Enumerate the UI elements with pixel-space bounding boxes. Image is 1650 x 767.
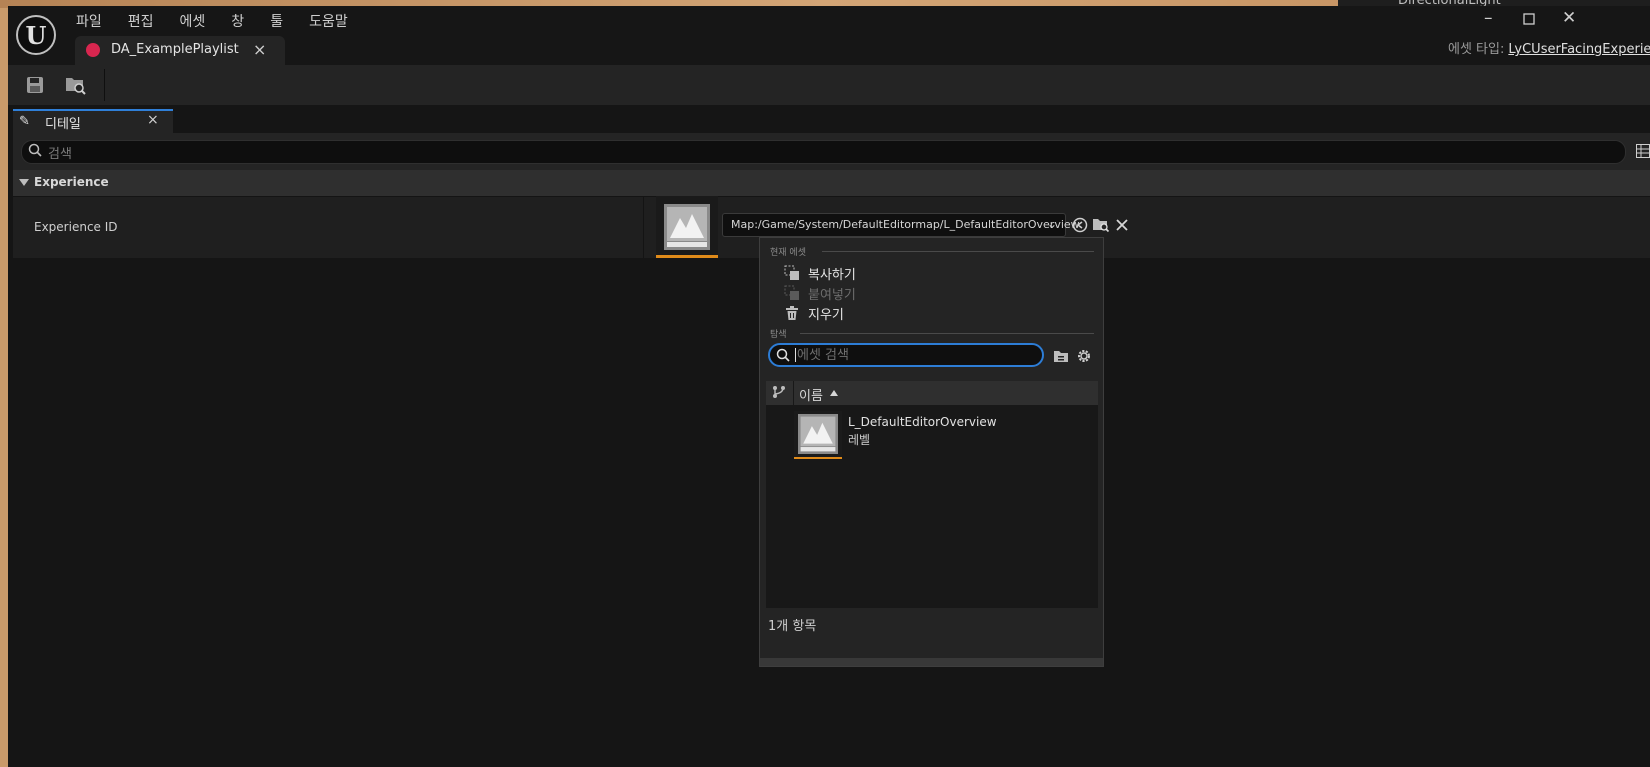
panel-tab-strip: ✎ 디테일 ×	[8, 105, 1650, 133]
menu-asset[interactable]: 에셋	[180, 11, 206, 31]
asset-picker-combo[interactable]: Map:/Game/System/DefaultEditormap/L_Defa…	[722, 213, 1080, 237]
close-details-tab-icon[interactable]: ×	[147, 112, 159, 128]
text-cursor	[795, 348, 796, 362]
list-header: 이름	[766, 381, 1098, 405]
asset-picker-dropdown: 현재 에셋 복사하기 붙여넣기 지우기 탐색 에셋 검색 이름 L_Defaul…	[759, 237, 1104, 667]
property-matrix-icon[interactable]	[1636, 144, 1650, 158]
collapse-arrow-icon[interactable]	[19, 179, 29, 186]
sort-ascending-icon	[830, 390, 838, 396]
list-item[interactable]: L_DefaultEditorOverview 레벨	[794, 411, 1074, 459]
resize-handle[interactable]	[760, 658, 1103, 666]
asset-type-link[interactable]: LyCUserFacingExperienc	[1508, 42, 1650, 57]
toolbar	[8, 65, 1650, 105]
browse-button[interactable]	[61, 70, 91, 100]
asset-path-value: Map:/Game/System/DefaultEditormap/L_Defa…	[731, 218, 1080, 231]
menu-bar: 파일 편집 에셋 창 툴 도움말	[76, 11, 374, 31]
details-search-input[interactable]: 검색	[21, 140, 1626, 164]
menu-item-copy[interactable]: 복사하기	[784, 263, 1084, 283]
details-search-placeholder: 검색	[48, 147, 72, 162]
asset-type: 레벨	[848, 433, 871, 447]
title-bar: U 파일 편집 에셋 창 툴 도움말 DA_ExamplePlaylist × …	[8, 6, 1650, 65]
unreal-logo-icon[interactable]: U	[16, 15, 56, 55]
browse-folder-icon	[1093, 219, 1110, 233]
tab-details-label: 디테일	[45, 117, 81, 132]
menu-edit[interactable]: 편집	[128, 11, 154, 31]
menu-help[interactable]: 도움말	[309, 11, 348, 31]
level-map-icon	[798, 414, 838, 454]
menu-file[interactable]: 파일	[76, 11, 102, 31]
menu-tools[interactable]: 툴	[270, 11, 283, 31]
gear-icon	[1078, 350, 1090, 362]
close-icon[interactable]: ✕	[1562, 8, 1576, 28]
use-selected-button[interactable]	[1070, 215, 1090, 235]
document-tab-title: DA_ExamplePlaylist	[111, 42, 239, 57]
asset-list: 이름 L_DefaultEditorOverview 레벨	[766, 381, 1098, 608]
search-icon	[28, 143, 42, 157]
browse-section-label: 탐색	[770, 330, 787, 340]
branch-icon[interactable]	[772, 385, 786, 399]
header-divider	[793, 381, 794, 405]
category-label: Experience	[34, 175, 109, 189]
section-divider	[800, 333, 1094, 334]
save-icon	[27, 77, 43, 93]
paste-icon	[784, 285, 799, 300]
item-count: 1개 항목	[768, 619, 817, 634]
category-header-experience[interactable]: Experience	[13, 170, 1650, 196]
save-button[interactable]	[20, 70, 50, 100]
chevron-down-icon: ⌄	[1046, 217, 1057, 231]
minimize-icon[interactable]: –	[1484, 8, 1493, 28]
settings-button[interactable]	[1075, 347, 1093, 365]
asset-type-color-bar	[794, 457, 842, 459]
filter-folder-button[interactable]	[1052, 347, 1070, 365]
tab-details[interactable]: ✎ 디테일 ×	[13, 109, 173, 133]
maximize-icon[interactable]	[1523, 10, 1535, 30]
menu-item-paste[interactable]: 붙여넣기	[784, 283, 1084, 303]
asset-thumbnail[interactable]	[656, 196, 718, 258]
data-asset-icon	[86, 43, 100, 57]
asset-tile	[794, 411, 842, 459]
copy-icon	[784, 265, 799, 280]
column-header-name[interactable]: 이름	[799, 385, 823, 404]
pencil-icon: ✎	[19, 114, 30, 129]
use-selected-icon	[1072, 217, 1088, 233]
folder-filter-icon	[1054, 351, 1068, 362]
asset-search-input[interactable]	[768, 343, 1044, 367]
asset-search-field[interactable]	[797, 345, 1027, 365]
menu-item-clear-label: 지우기	[808, 308, 844, 323]
search-icon	[776, 348, 790, 362]
asset-type-indicator: 에셋 타입:LyCUserFacingExperienc	[1448, 38, 1650, 57]
column-divider[interactable]	[643, 197, 644, 259]
clear-x-icon	[1116, 219, 1128, 231]
current-asset-section-label: 현재 에셋	[770, 248, 806, 258]
asset-name: L_DefaultEditorOverview	[848, 415, 997, 429]
browse-to-asset-button[interactable]	[1091, 215, 1111, 235]
asset-editor-window: U 파일 편집 에셋 창 툴 도움말 DA_ExamplePlaylist × …	[8, 6, 1650, 767]
menu-window[interactable]: 창	[231, 11, 244, 31]
trash-icon	[786, 306, 798, 320]
clear-button[interactable]	[1112, 215, 1132, 235]
menu-item-paste-label: 붙여넣기	[808, 288, 856, 303]
menu-item-clear[interactable]: 지우기	[784, 303, 1084, 323]
close-tab-icon[interactable]: ×	[253, 40, 266, 59]
document-tab[interactable]: DA_ExamplePlaylist ×	[75, 36, 285, 65]
toolbar-divider	[104, 69, 105, 101]
browse-folder-icon	[66, 78, 86, 95]
menu-item-copy-label: 복사하기	[808, 268, 856, 283]
section-divider	[822, 251, 1094, 252]
asset-type-label: 에셋 타입:	[1448, 42, 1505, 57]
level-map-icon	[664, 204, 710, 250]
property-name: Experience ID	[34, 220, 118, 234]
